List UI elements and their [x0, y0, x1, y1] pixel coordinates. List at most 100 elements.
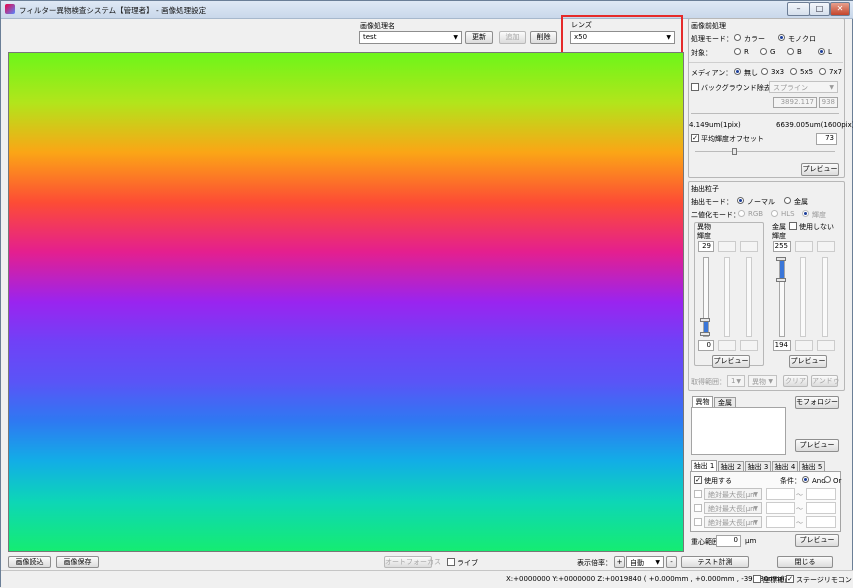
- foreign-top-input-2[interactable]: [718, 241, 736, 252]
- cond-row-1-select[interactable]: 絶対最大長[μm ▼: [704, 488, 762, 500]
- close-window-button[interactable]: ✕: [830, 2, 850, 16]
- range-max-label: 6639.005um(1600pix): [776, 121, 853, 129]
- foreign-slider-1-bottom-thumb[interactable]: [700, 332, 710, 336]
- metal-bottom-input-2[interactable]: [795, 340, 813, 351]
- bg-method-select[interactable]: スプライン ▼: [769, 81, 838, 93]
- cond-row-2-select[interactable]: 絶対最大長[μm ▼: [704, 502, 762, 514]
- zoom-out-button[interactable]: -: [666, 556, 677, 568]
- tab-foreign[interactable]: 異物: [692, 396, 713, 407]
- tab-extract-3[interactable]: 抽出 3: [745, 461, 771, 471]
- mode-color-radio[interactable]: [734, 34, 741, 41]
- tab-metal[interactable]: 金属: [714, 397, 736, 407]
- cond-and-radio[interactable]: [802, 476, 809, 483]
- delete-button[interactable]: 削除: [530, 31, 557, 44]
- tab-extract-5[interactable]: 抽出 5: [799, 461, 825, 471]
- median-7x7-radio[interactable]: [819, 68, 826, 75]
- median-5x5-radio[interactable]: [790, 68, 797, 75]
- bin-lum-radio[interactable]: [802, 210, 809, 217]
- cond-row-3-value: 絶対最大長[μm: [708, 519, 758, 527]
- bin-rgb-radio[interactable]: [738, 210, 745, 217]
- cond-row-2-min[interactable]: [766, 502, 795, 514]
- metal-not-use-checkbox[interactable]: [789, 222, 797, 230]
- metal-preview-button[interactable]: プレビュー: [789, 355, 827, 368]
- offset-checkbox[interactable]: ✓: [691, 134, 699, 142]
- coord-fix-checkbox[interactable]: [753, 575, 761, 583]
- metal-bottom-input[interactable]: 194: [773, 340, 791, 351]
- metal-top-input-3[interactable]: [817, 241, 835, 252]
- cond-row-3-checkbox[interactable]: [694, 518, 702, 526]
- cond-row-1-max[interactable]: [806, 488, 836, 500]
- target-r-radio[interactable]: [734, 48, 741, 55]
- zoom-in-button[interactable]: +: [614, 556, 625, 568]
- load-image-button[interactable]: 画像読込: [8, 556, 51, 568]
- foreign-slider-2[interactable]: [724, 257, 730, 337]
- cond-row-3-max[interactable]: [806, 516, 836, 528]
- cond-preview-button[interactable]: プレビュー: [795, 534, 839, 547]
- range-number-select[interactable]: 1 ▼: [727, 375, 745, 387]
- foreign-bottom-input-3[interactable]: [740, 340, 758, 351]
- mode-mono-radio[interactable]: [778, 34, 785, 41]
- foreign-slider-3[interactable]: [746, 257, 752, 337]
- add-button[interactable]: 追加: [499, 31, 526, 44]
- target-l-radio[interactable]: [818, 48, 825, 55]
- update-button[interactable]: 更新: [465, 31, 493, 44]
- cond-row-2-checkbox[interactable]: [694, 504, 702, 512]
- offset-input[interactable]: 73: [816, 133, 837, 145]
- foreign-bottom-input[interactable]: 0: [698, 340, 714, 351]
- chevron-down-icon: ▼: [753, 491, 758, 498]
- metal-slider-1-bottom-thumb[interactable]: [776, 278, 786, 282]
- tab-extract-4[interactable]: 抽出 4: [772, 461, 798, 471]
- undo-button[interactable]: アンドゥ: [811, 375, 840, 387]
- minimize-button[interactable]: –: [787, 2, 810, 16]
- morph-preview-button[interactable]: プレビュー: [795, 439, 839, 452]
- metal-top-input[interactable]: 255: [773, 241, 791, 252]
- bg-value-2[interactable]: 938: [819, 97, 838, 108]
- cond-row-1-min[interactable]: [766, 488, 795, 500]
- stage-remote-checkbox[interactable]: ✓: [786, 575, 794, 583]
- metal-slider-2[interactable]: [800, 257, 806, 337]
- offset-slider-track[interactable]: [695, 151, 835, 152]
- metal-top-input-2[interactable]: [795, 241, 813, 252]
- live-checkbox[interactable]: [447, 558, 455, 566]
- clear-button[interactable]: クリア: [783, 375, 808, 387]
- autofocus-button[interactable]: オートフォーカス: [384, 556, 441, 568]
- close-button[interactable]: 閉じる: [777, 556, 833, 568]
- foreign-top-input-3[interactable]: [740, 241, 758, 252]
- cond-row-1-checkbox[interactable]: [694, 490, 702, 498]
- foreign-preview-button[interactable]: プレビュー: [712, 355, 750, 368]
- stage-remote-label: ステージリモコン: [796, 576, 852, 584]
- tab-extract-1[interactable]: 抽出 1: [691, 460, 717, 471]
- bg-value-1[interactable]: 3892.117: [773, 97, 817, 108]
- extract-metal-radio[interactable]: [784, 197, 791, 204]
- metal-bottom-input-3[interactable]: [817, 340, 835, 351]
- median-3x3-radio[interactable]: [761, 68, 768, 75]
- maximize-button[interactable]: □: [809, 2, 830, 16]
- save-image-button[interactable]: 画像保存: [56, 556, 99, 568]
- metal-slider-3[interactable]: [822, 257, 828, 337]
- bin-hls-radio[interactable]: [771, 210, 778, 217]
- test-measure-button[interactable]: テスト計測: [681, 556, 749, 568]
- target-b-radio[interactable]: [787, 48, 794, 55]
- lens-select[interactable]: x50 ▼: [570, 31, 675, 44]
- median-none-radio[interactable]: [734, 68, 741, 75]
- morphology-button[interactable]: モフォロジー: [795, 396, 839, 409]
- offset-slider-thumb[interactable]: [732, 148, 737, 155]
- zoom-select[interactable]: 自動 ▼: [626, 556, 664, 568]
- bg-removal-checkbox[interactable]: [691, 83, 699, 91]
- recipe-select[interactable]: test ▼: [359, 31, 462, 44]
- cond-row-3-min[interactable]: [766, 516, 795, 528]
- pre-preview-button[interactable]: プレビュー: [801, 163, 839, 176]
- foreign-bottom-input-2[interactable]: [718, 340, 736, 351]
- bg-slider-track[interactable]: [691, 113, 839, 114]
- cond-or-radio[interactable]: [824, 476, 831, 483]
- target-g-radio[interactable]: [760, 48, 767, 55]
- foreign-top-input[interactable]: 29: [698, 241, 714, 252]
- cond-row-2-max[interactable]: [806, 502, 836, 514]
- use-checkbox[interactable]: ✓: [694, 476, 702, 484]
- extract-normal-radio[interactable]: [737, 197, 744, 204]
- range-type-select[interactable]: 異物 ▼: [748, 375, 777, 387]
- image-viewport[interactable]: [8, 52, 684, 552]
- center-range-input[interactable]: 0: [716, 535, 741, 547]
- tab-extract-2[interactable]: 抽出 2: [718, 461, 744, 471]
- cond-row-3-select[interactable]: 絶対最大長[μm ▼: [704, 516, 762, 528]
